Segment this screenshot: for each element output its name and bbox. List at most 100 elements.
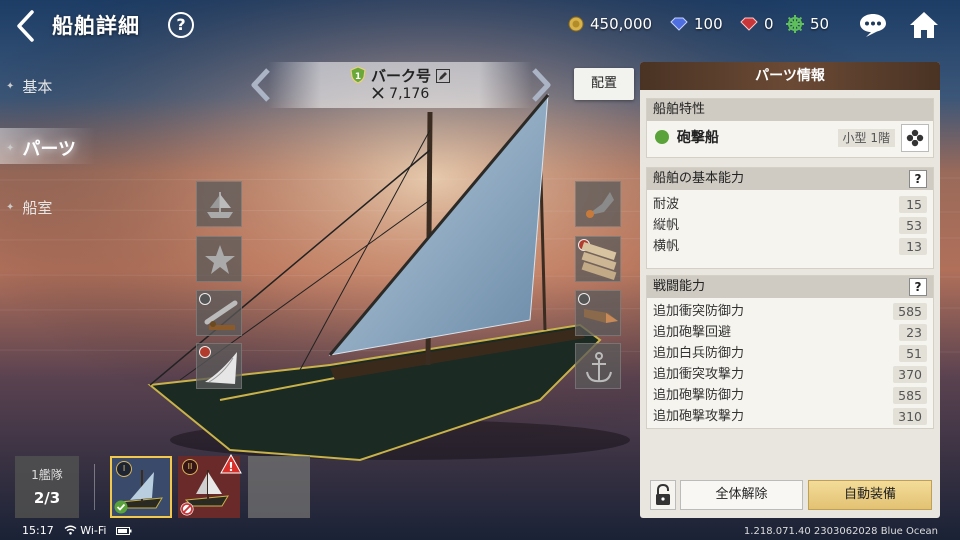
hull-part-icon [207,192,233,218]
fleet-ship-card-empty[interactable] [248,456,310,518]
ship-type: 砲撃船 [676,130,719,146]
ship-name-row: 1 バーク号 [268,65,532,86]
ram-part-icon [584,309,618,323]
currency-gold-value: 450,000 [590,15,653,33]
ship-nameplate: 1 バーク号 7,176 [268,62,532,108]
part-slot-plank[interactable] [575,236,621,282]
section-title-text: 船舶の基本能力 [653,171,745,186]
part-slot-ornament[interactable] [575,181,621,227]
stat-row: 横帆 13 [647,236,933,257]
sidebar-item-parts[interactable]: ✦ パーツ [6,135,76,161]
top-bar: 船舶詳細 ? 450,000 100 0 50 [0,0,960,52]
page-title: 船舶詳細 [52,14,140,38]
version-label: 1.218.071.40 2303062028 Blue Ocean [743,526,938,537]
stat-label: 追加砲撃攻撃力 [653,409,745,424]
combat-ability-help-button[interactable]: ? [909,278,927,296]
section-title-text: 戦闘能力 [653,279,706,294]
stat-value: 15 [899,196,927,213]
ship-traits-section: 船舶特性 砲撃船 小型 1階 [646,98,934,158]
stat-value: 51 [899,345,927,362]
check-badge-icon [114,500,128,514]
stat-value: 310 [893,408,927,425]
section-title: 船舶の基本能力 ? [647,168,933,190]
stat-label: 追加砲撃回避 [653,325,732,340]
wifi-status: Wi-Fi [64,524,107,537]
fleet-count: 2/3 [33,489,61,507]
section-title: 戦闘能力 ? [647,276,933,298]
part-slot-figurehead[interactable] [196,236,242,282]
wifi-label: Wi-Fi [80,524,107,537]
panel-footer: 全体解除 自動装備 [640,474,940,518]
stat-label: 追加衝突防御力 [653,304,745,319]
stat-row: 耐波 15 [647,194,933,215]
back-arrow-icon[interactable] [12,8,42,44]
red-gem-icon [740,17,758,31]
stat-label: 縦帆 [653,218,680,233]
sidebar-item-basic[interactable]: ✦ 基本 [6,76,52,97]
help-button[interactable]: ? [168,12,194,38]
rank-number: 1 [355,72,361,82]
currency-gold: 450,000 [568,15,652,33]
currency-red-gem-value: 0 [764,15,774,33]
sparkle-icon: ✦ [6,81,15,92]
part-slot-cannon[interactable] [196,290,242,336]
stat-row: 追加砲撃攻撃力 310 [647,406,933,427]
sidebar-item-label: 基本 [22,78,53,96]
stat-label: 耐波 [653,197,680,212]
artillery-type-icon [655,130,669,144]
gold-coin-icon [568,16,584,32]
next-ship-arrow-icon[interactable] [528,66,554,104]
stat-row: 縦帆 53 [647,215,933,236]
stat-row: 追加衝突防御力 585 [647,301,933,322]
sail-part-icon [205,352,237,384]
combat-ability-section: 戦闘能力 ? 追加衝突防御力 585 追加砲撃回避 23 追加白兵防御力 51 追加衝… [646,275,934,429]
ship-wheel-icon [786,15,804,33]
stat-label: 追加白兵防御力 [653,346,745,361]
stat-row: 追加白兵防御力 51 [647,343,933,364]
edit-pencil-icon[interactable] [436,69,451,83]
auto-equip-button[interactable]: 自動装備 [808,480,932,510]
ship-type-row: 砲撃船 小型 1階 [647,121,933,155]
part-slot-sail[interactable] [196,343,242,389]
sidebar-item-cabin[interactable]: ✦ 船室 [6,197,52,218]
chat-bubble-icon[interactable] [858,12,888,38]
anchor-icon [586,352,612,383]
stat-row: 追加衝突攻撃力 370 [647,364,933,385]
panel-title: パーツ情報 [640,62,940,90]
currency-red-gem: 0 [740,15,774,33]
basic-ability-help-button[interactable]: ? [909,170,927,188]
stat-value: 585 [893,303,927,320]
plank-part-icon [581,241,617,281]
currency-blue-gem: 100 [670,15,723,33]
part-slot-hull[interactable] [196,181,242,227]
fleet-slot-number: II [182,459,198,475]
lock-button[interactable] [650,480,676,510]
stat-value: 13 [899,238,927,255]
fleet-selector[interactable]: 1艦隊 2/3 [15,456,79,518]
traits-detail-button[interactable] [901,124,929,152]
ornament-part-icon [586,192,614,218]
basic-ability-section: 船舶の基本能力 ? 耐波 15 縦帆 53 横帆 13 [646,167,934,269]
parts-info-panel: パーツ情報 船舶特性 砲撃船 小型 1階 船舶の基本能力 ? 耐波 15 縦帆 53… [640,62,940,518]
clock: 15:17 [22,524,54,537]
deploy-button[interactable]: 配置 [574,68,634,100]
sparkle-icon: ✦ [6,142,15,154]
stat-label: 横帆 [653,239,680,254]
wifi-icon [64,525,77,535]
stat-value: 23 [899,324,927,341]
sidebar-item-label: パーツ [22,139,77,160]
fleet-ship-card-1[interactable]: I [110,456,172,518]
blue-gem-icon [670,17,688,31]
currency-wheel-value: 50 [810,15,830,33]
part-slot-anchor[interactable] [575,343,621,389]
ship-class-tag: 小型 1階 [837,129,895,147]
currency-wheel: 50 [786,15,829,33]
fleet-ship-card-2[interactable]: II ! [178,454,242,518]
stat-label: 追加砲撃防御力 [653,388,745,403]
battery-icon [116,526,132,535]
part-slot-ram[interactable] [575,290,621,336]
crossed-swords-icon [372,87,384,99]
release-all-button[interactable]: 全体解除 [680,480,803,510]
fleet-label: 1艦隊 [31,468,63,482]
home-icon[interactable] [908,10,940,40]
